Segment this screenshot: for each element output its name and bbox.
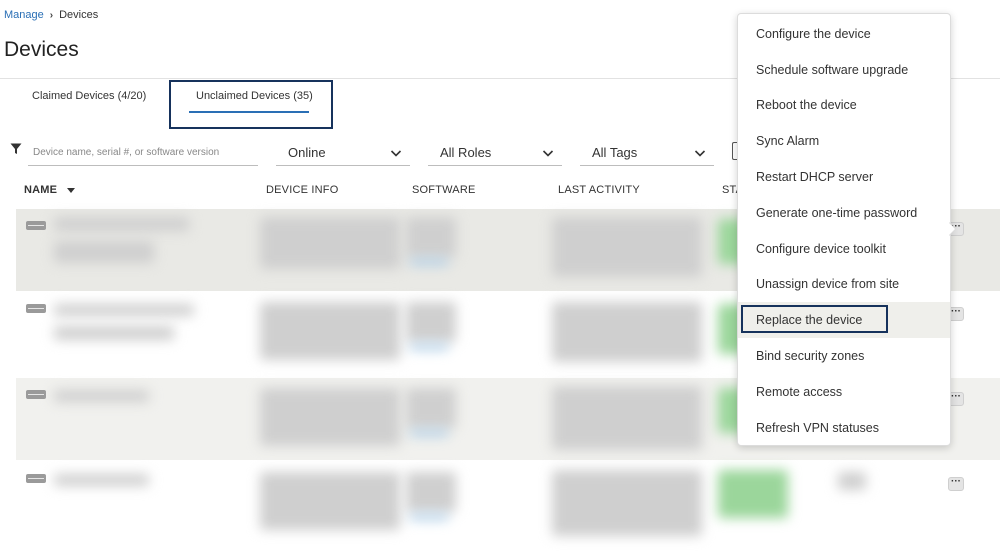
menu-item-restart-dhcp[interactable]: Restart DHCP server (738, 159, 950, 195)
blurred-device-info (260, 388, 400, 446)
menu-item-configure-device[interactable]: Configure the device (738, 16, 950, 52)
blurred-status (718, 470, 788, 518)
menu-item-refresh-vpn[interactable]: Refresh VPN statuses (738, 410, 950, 446)
column-name-label: NAME (24, 184, 58, 196)
blurred-last-activity (552, 470, 702, 536)
breadcrumb: Manage › Devices (4, 9, 98, 21)
status-filter-dropdown[interactable]: Online (276, 140, 410, 166)
blurred-software (406, 217, 456, 257)
blurred-device-name (54, 304, 194, 316)
menu-pointer (948, 222, 955, 236)
blurred-device-detail (54, 326, 174, 340)
blurred-software (406, 472, 456, 512)
tags-filter-value: All Tags (592, 145, 638, 160)
chevron-down-icon (390, 149, 402, 157)
row-action-label: ··· (951, 475, 961, 487)
column-header-device-info: DEVICE INFO (266, 184, 339, 196)
blurred-last-activity (552, 217, 702, 277)
menu-item-schedule-upgrade[interactable]: Schedule software upgrade (738, 52, 950, 88)
tags-filter-dropdown[interactable]: All Tags (580, 140, 714, 166)
tab-highlight-box (169, 80, 333, 129)
blurred-software (406, 388, 456, 428)
breadcrumb-current: Devices (59, 9, 99, 21)
chevron-right-icon: › (49, 9, 54, 21)
device-icon (26, 304, 46, 313)
blurred-extra (838, 472, 866, 490)
row-action-label: ··· (951, 390, 961, 402)
table-row[interactable] (16, 462, 1000, 544)
blurred-device-info (260, 302, 400, 360)
device-actions-menu: Configure the device Schedule software u… (737, 13, 951, 446)
search-input[interactable] (28, 140, 258, 166)
roles-filter-dropdown[interactable]: All Roles (428, 140, 562, 166)
blurred-software-link (409, 430, 449, 436)
blurred-software-link (409, 514, 449, 520)
page-title: Devices (4, 38, 79, 61)
blurred-device-info (260, 217, 400, 269)
blurred-software-link (409, 344, 449, 350)
menu-item-remote-access[interactable]: Remote access (738, 374, 950, 410)
chevron-down-icon (694, 149, 706, 157)
blurred-device-name (54, 217, 189, 231)
menu-item-reboot-device[interactable]: Reboot the device (738, 88, 950, 124)
blurred-last-activity (552, 386, 702, 450)
device-icon (26, 390, 46, 399)
column-header-name[interactable]: NAME (24, 184, 76, 196)
menu-item-configure-toolkit[interactable]: Configure device toolkit (738, 231, 950, 267)
chevron-down-icon (542, 149, 554, 157)
tab-claimed-devices[interactable]: Claimed Devices (4/20) (32, 90, 146, 102)
device-icon (26, 474, 46, 483)
replace-device-highlight-box (741, 305, 888, 333)
device-icon (26, 221, 46, 230)
roles-filter-value: All Roles (440, 145, 492, 160)
blurred-software (406, 302, 456, 342)
row-action-label: ··· (951, 305, 961, 317)
blurred-device-name (54, 390, 149, 402)
breadcrumb-manage-link[interactable]: Manage (4, 9, 44, 21)
sort-desc-icon[interactable] (67, 187, 76, 193)
menu-item-sync-alarm[interactable]: Sync Alarm (738, 123, 950, 159)
blurred-device-info (260, 472, 400, 530)
blurred-device-detail (54, 241, 154, 263)
blurred-software-link (409, 259, 449, 265)
filter-icon (10, 143, 22, 154)
more-icon[interactable]: ··· (948, 475, 964, 491)
menu-item-generate-otp[interactable]: Generate one-time password (738, 195, 950, 231)
menu-item-bind-security-zones[interactable]: Bind security zones (738, 338, 950, 374)
status-filter-value: Online (288, 145, 326, 160)
blurred-device-name (54, 474, 149, 486)
column-header-software: SOFTWARE (412, 184, 476, 196)
column-header-last-activity: LAST ACTIVITY (558, 184, 640, 196)
menu-item-unassign-device[interactable]: Unassign device from site (738, 267, 950, 303)
blurred-last-activity (552, 302, 702, 362)
